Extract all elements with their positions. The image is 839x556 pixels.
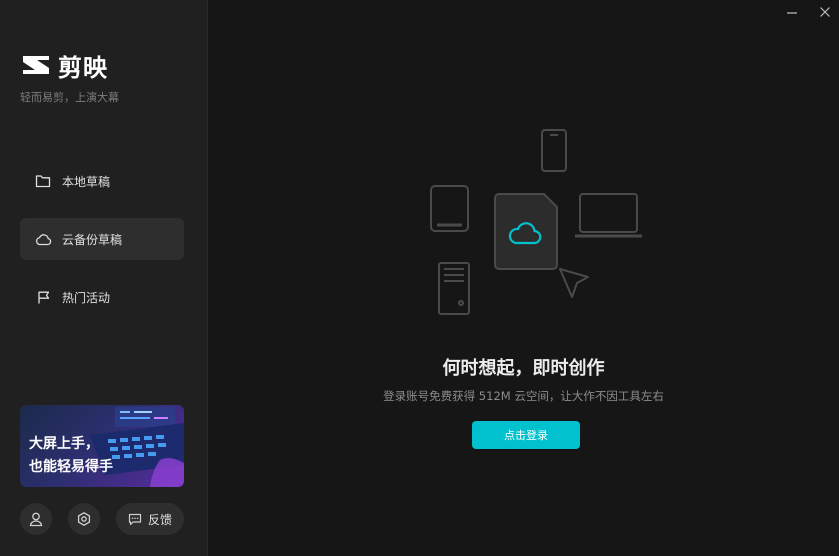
empty-state-title: 何时想起，即时创作 xyxy=(442,358,605,379)
app-logo: 剪映 xyxy=(20,50,108,82)
sidebar: 剪映 轻而易剪，上演大幕 本地草稿 云备份草稿 热门活动 大屏上手， 也能轻易得… xyxy=(0,0,208,556)
sidebar-bottom-actions: 反馈 xyxy=(20,503,184,535)
close-icon xyxy=(820,7,830,17)
user-icon xyxy=(29,512,43,527)
close-button[interactable] xyxy=(815,4,835,20)
phone-icon xyxy=(541,129,567,172)
promo-banner[interactable]: 大屏上手， 也能轻易得手 xyxy=(20,405,184,487)
capcut-logo-icon xyxy=(23,56,49,74)
cursor-icon xyxy=(559,268,589,298)
sidebar-nav: 本地草稿 云备份草稿 热门活动 xyxy=(20,160,184,334)
app-name: 剪映 xyxy=(58,53,108,82)
tablet-icon xyxy=(430,185,469,232)
banner-line-1: 大屏上手， xyxy=(29,436,99,452)
banner-line-2: 也能轻易得手 xyxy=(29,459,113,475)
app-slogan: 轻而易剪，上演大幕 xyxy=(20,91,119,104)
message-icon xyxy=(128,513,142,525)
cloud-devices-illustration xyxy=(430,129,642,315)
empty-state-subtitle: 登录账号免费获得 512M 云空间，让大作不因工具左右 xyxy=(383,389,664,403)
folder-icon xyxy=(34,172,52,190)
flag-icon xyxy=(34,288,52,306)
minimize-button[interactable] xyxy=(782,4,802,20)
user-button[interactable] xyxy=(20,503,52,535)
cloud-icon xyxy=(34,230,52,248)
minimize-icon xyxy=(787,12,797,14)
gear-icon xyxy=(77,512,91,526)
settings-button[interactable] xyxy=(68,503,100,535)
login-button[interactable]: 点击登录 xyxy=(472,421,580,449)
cloud-file-icon xyxy=(494,193,558,270)
sidebar-item-label: 热门活动 xyxy=(62,290,111,305)
sidebar-item-hot-events[interactable]: 热门活动 xyxy=(20,276,184,318)
sidebar-item-cloud-drafts[interactable]: 云备份草稿 xyxy=(20,218,184,260)
sidebar-item-label: 云备份草稿 xyxy=(62,232,123,247)
feedback-label: 反馈 xyxy=(147,512,172,527)
desktop-tower-icon xyxy=(438,262,470,315)
feedback-button[interactable]: 反馈 xyxy=(116,503,184,535)
laptop-icon xyxy=(575,193,642,238)
sidebar-item-local-drafts[interactable]: 本地草稿 xyxy=(20,160,184,202)
sidebar-item-label: 本地草稿 xyxy=(62,174,111,189)
banner-text: 大屏上手， 也能轻易得手 xyxy=(29,433,113,479)
